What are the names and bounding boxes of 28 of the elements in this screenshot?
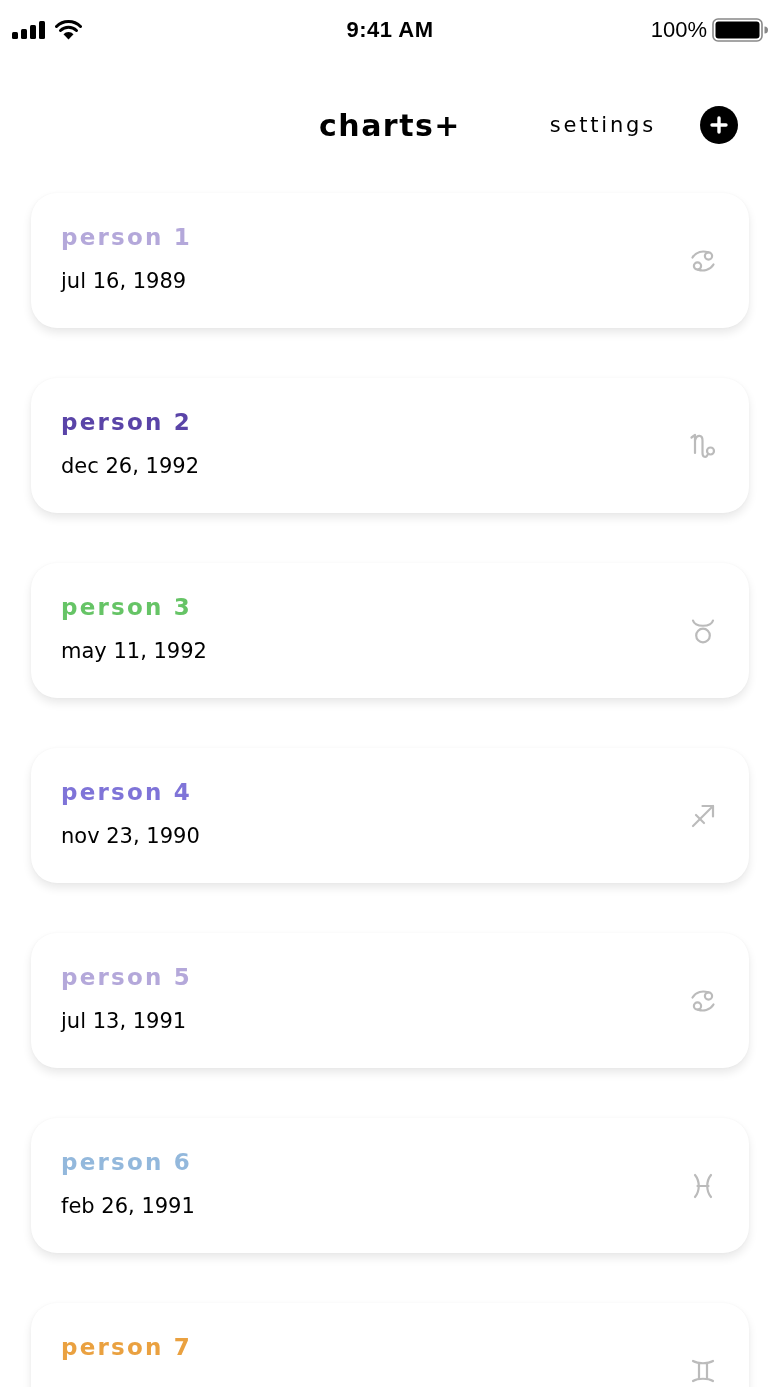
battery-icon [712, 18, 768, 42]
birth-date: jul 13, 1991 [61, 1008, 187, 1034]
person-name: person 1 [61, 223, 192, 251]
person-name: person 4 [61, 778, 192, 806]
nav-tab[interactable]: charts+ [319, 107, 461, 143]
person-name: person 7 [61, 1333, 192, 1361]
person-name: person 6 [61, 1148, 192, 1176]
plus-icon [710, 116, 728, 134]
birth-date: feb 26, 1991 [61, 1193, 195, 1219]
birth-date: dec 26, 1992 [61, 453, 199, 479]
status-time: 9:41 AM [346, 17, 434, 43]
person-card[interactable]: person 5 jul 13, 1991 [31, 933, 749, 1068]
birth-date: nov 23, 1990 [61, 823, 200, 849]
add-button[interactable] [700, 106, 738, 144]
person-name: person 3 [61, 593, 192, 621]
person-card[interactable]: person 2 dec 26, 1992 [31, 378, 749, 513]
person-name: person 2 [61, 408, 192, 436]
signal-icon [12, 21, 46, 39]
nav-tab[interactable]: settings [549, 113, 656, 137]
person-name: person 5 [61, 963, 192, 991]
person-card[interactable]: person 3 may 11, 1992 [31, 563, 749, 698]
battery-percent: 100% [650, 17, 707, 43]
person-card[interactable]: person 4 nov 23, 1990 [31, 748, 749, 883]
birth-date: jul 16, 1989 [61, 268, 187, 294]
person-card[interactable]: person 1 jul 16, 1989 [31, 193, 749, 328]
person-card[interactable]: person 6 feb 26, 1991 [31, 1118, 749, 1253]
wifi-icon [55, 20, 82, 40]
birth-date: may 11, 1992 [61, 638, 207, 664]
